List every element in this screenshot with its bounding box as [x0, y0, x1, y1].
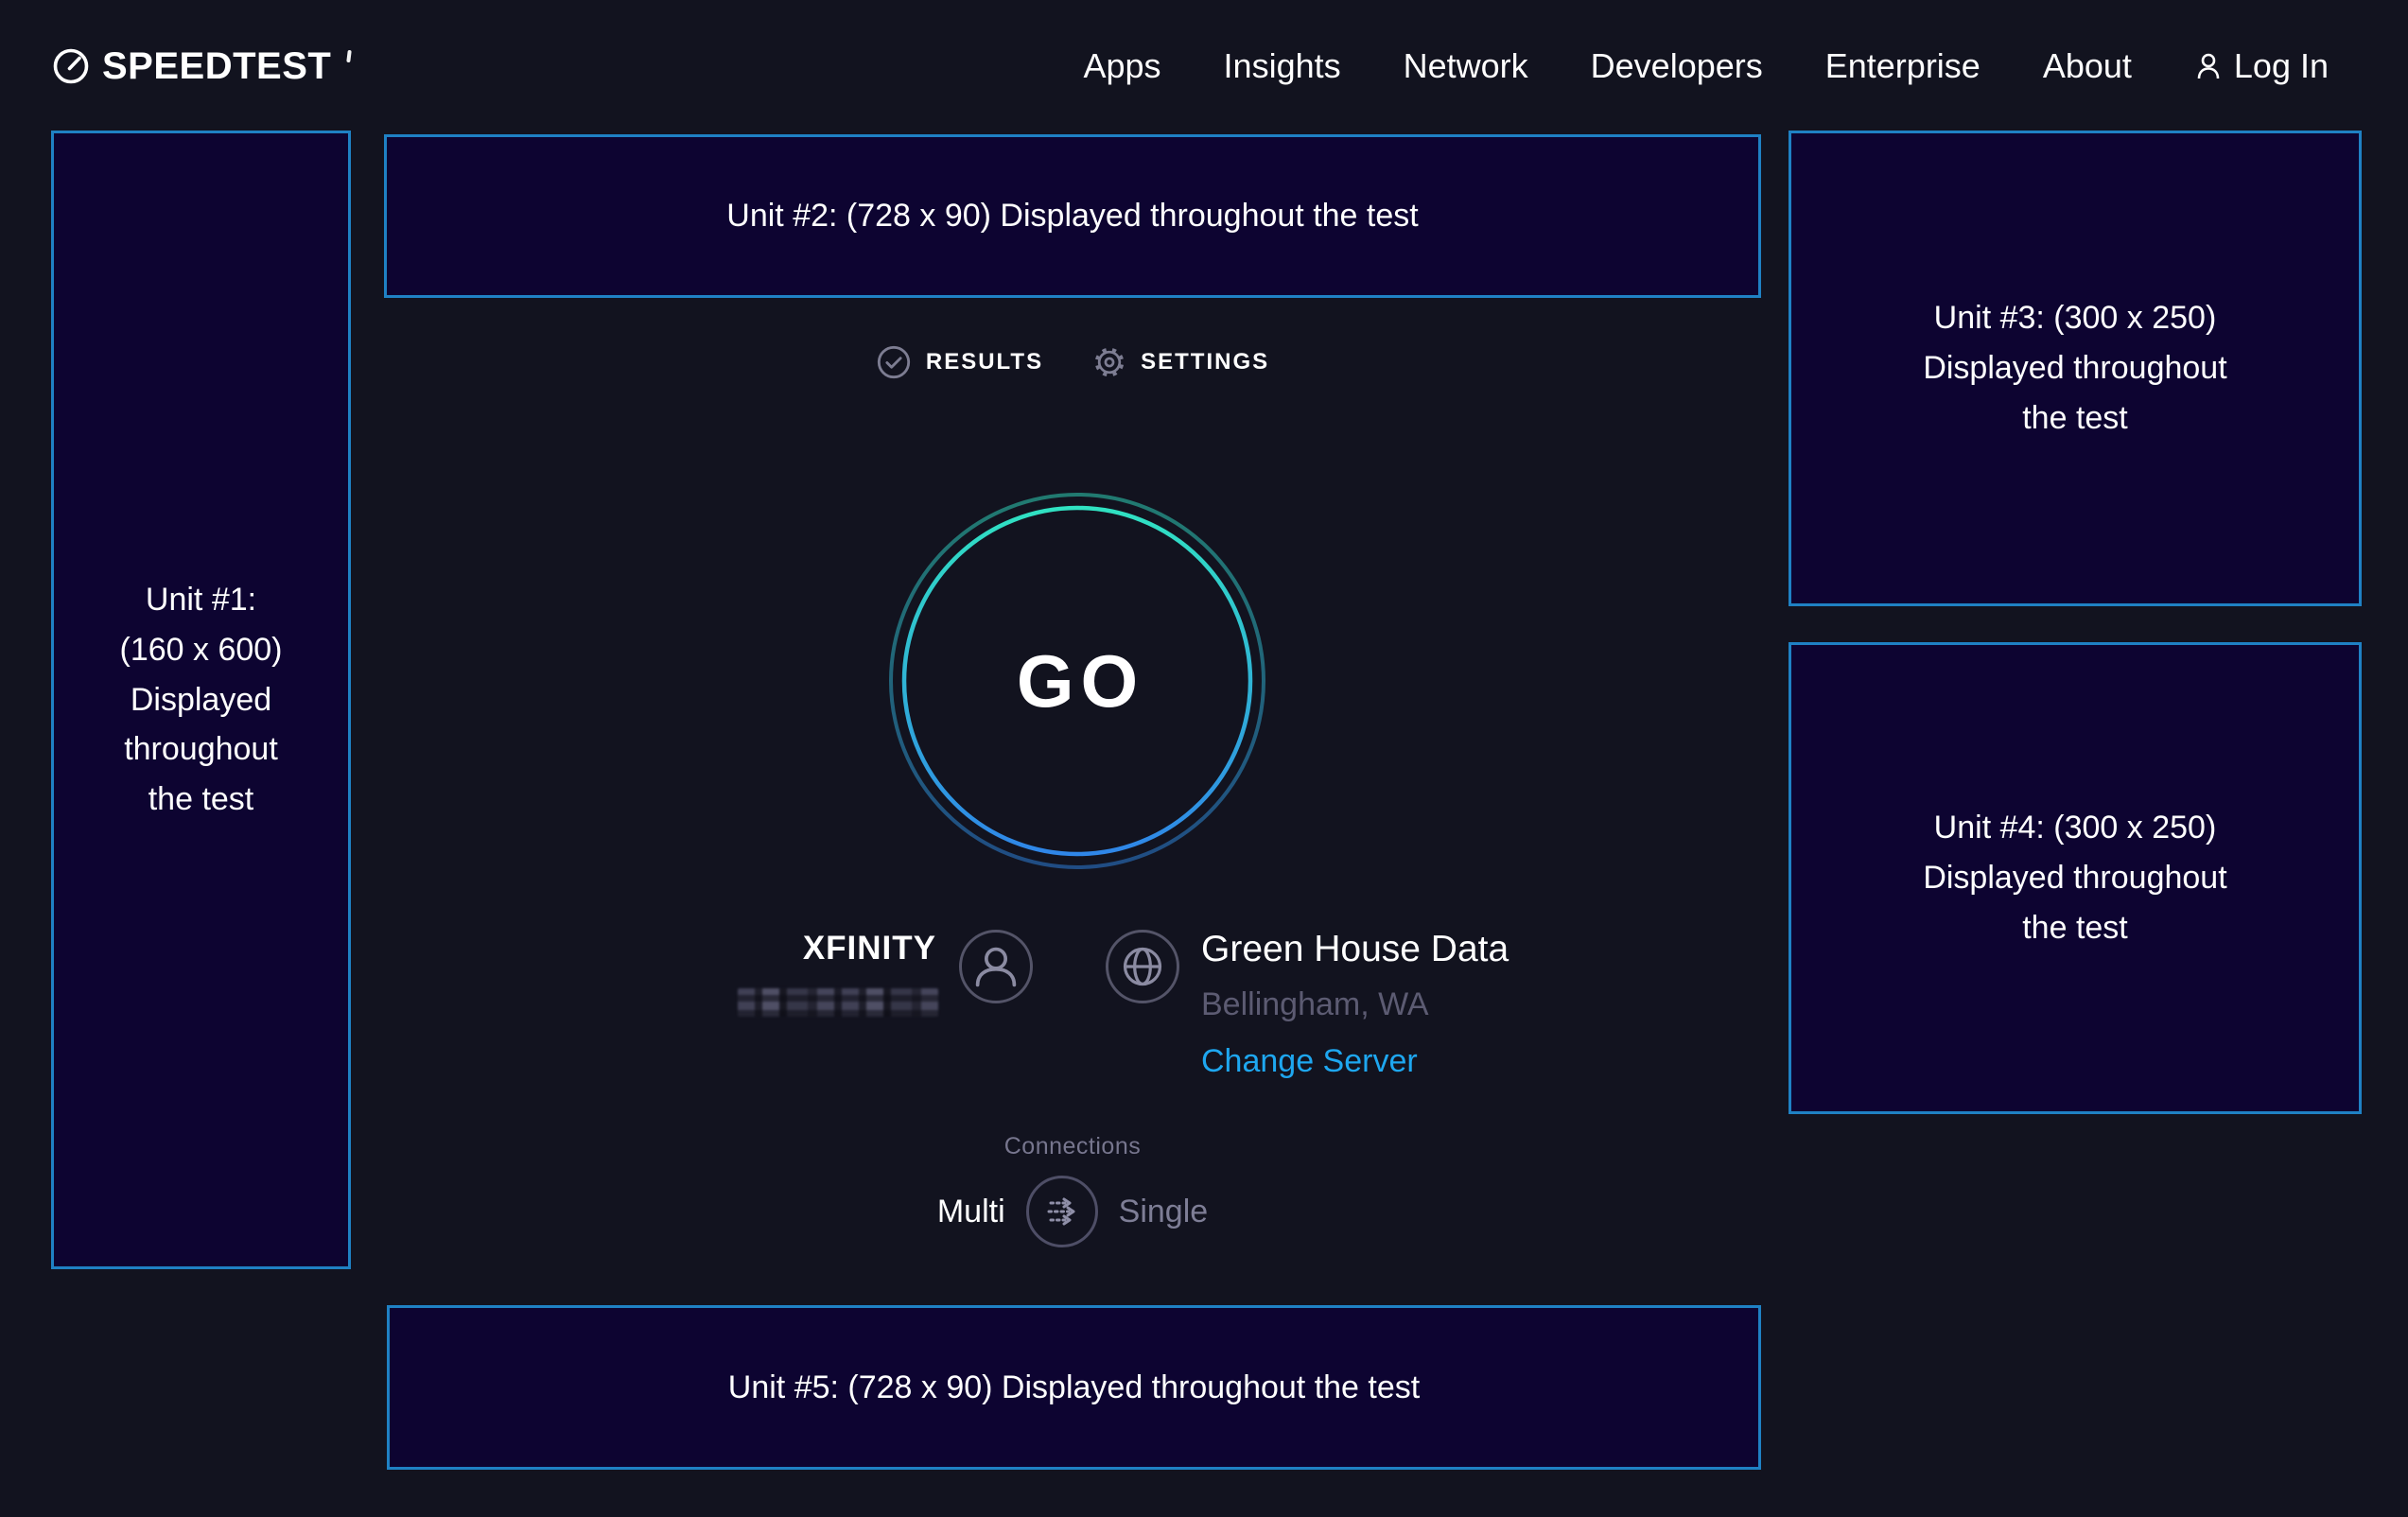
change-server-link[interactable]: Change Server — [1201, 1043, 1418, 1080]
ad-unit-1[interactable]: Unit #1: (160 x 600) Displayed throughou… — [51, 131, 351, 1269]
ad-unit-3[interactable]: Unit #3: (300 x 250) Displayed throughou… — [1789, 131, 2362, 606]
connections-label: Connections — [384, 1133, 1761, 1160]
go-button-label: GO — [1010, 638, 1144, 724]
user-icon — [2194, 51, 2223, 81]
login-button[interactable]: Log In — [2194, 46, 2329, 86]
tab-results[interactable]: RESULTS — [876, 344, 1043, 380]
speedtest-main: RESULTS SETTINGS — [384, 0, 1761, 1517]
server-location: Bellingham, WA — [1201, 986, 1509, 1023]
isp-user-icon — [959, 930, 1033, 1003]
tab-results-label: RESULTS — [926, 349, 1043, 375]
logo-text: SPEEDTEST — [102, 45, 331, 88]
connection-mode-toggle[interactable] — [1026, 1176, 1098, 1247]
blurred-ip-address — [738, 988, 938, 1017]
ad-unit-1-text: Unit #1: (160 x 600) Displayed throughou… — [120, 575, 283, 824]
trademark-mark — [347, 49, 353, 61]
connection-mode-multi[interactable]: Multi — [937, 1194, 1005, 1230]
ad-unit-3-text: Unit #3: (300 x 250) Displayed throughou… — [1923, 293, 2226, 443]
speedtest-logo[interactable]: SPEEDTEST — [51, 45, 351, 88]
connection-mode-row: Multi Single — [384, 1176, 1761, 1247]
tab-settings[interactable]: SETTINGS — [1092, 345, 1269, 379]
nav-item-about[interactable]: About — [2043, 46, 2132, 86]
tab-settings-label: SETTINGS — [1141, 349, 1269, 375]
server-globe-icon — [1106, 930, 1179, 1003]
server-info: Green House Data Bellingham, WA Change S… — [1201, 928, 1509, 1080]
ad-unit-4-text: Unit #4: (300 x 250) Displayed throughou… — [1923, 803, 2226, 952]
view-tabs: RESULTS SETTINGS — [384, 344, 1761, 380]
go-button[interactable]: GO — [869, 473, 1285, 889]
connection-mode-single[interactable]: Single — [1119, 1194, 1209, 1230]
gear-icon — [1092, 345, 1126, 379]
speedometer-gauge-icon — [51, 46, 91, 86]
check-circle-icon — [876, 344, 912, 380]
multi-arrows-icon — [1041, 1191, 1083, 1232]
ad-unit-4[interactable]: Unit #4: (300 x 250) Displayed throughou… — [1789, 642, 2362, 1114]
login-label: Log In — [2234, 46, 2329, 86]
isp-name: XFINITY — [803, 930, 936, 968]
server-name: Green House Data — [1201, 928, 1509, 971]
connection-info-row: XFINITY Green House Data Bellingham, WA … — [384, 922, 1761, 1102]
nav-item-enterprise[interactable]: Enterprise — [1825, 46, 1980, 86]
